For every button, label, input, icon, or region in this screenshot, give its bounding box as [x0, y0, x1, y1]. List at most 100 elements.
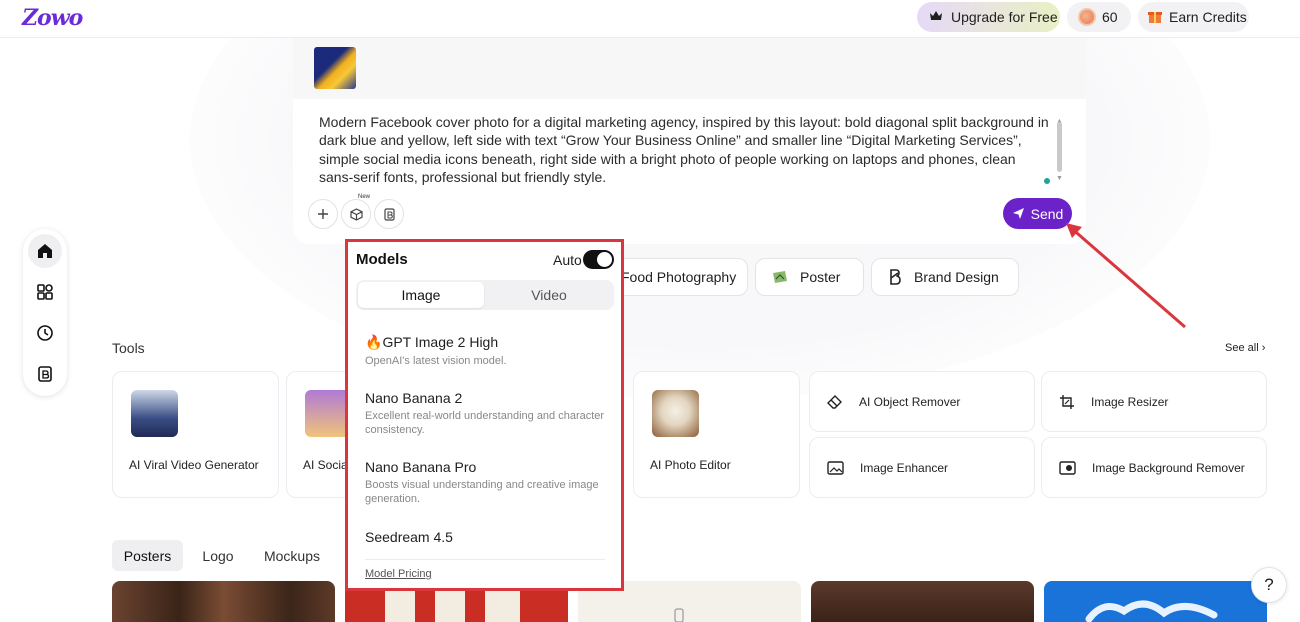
tab-label: Logo — [202, 547, 234, 564]
tool-label: AI Object Remover — [859, 394, 961, 409]
see-all-label: See all — [1225, 342, 1259, 354]
tool-card-label: AI Photo Editor — [650, 458, 731, 472]
model-item-gpt-image-2[interactable]: 🔥GPT Image 2 High OpenAI's latest vision… — [365, 334, 605, 369]
model-picker-button[interactable] — [341, 199, 371, 229]
plus-icon — [318, 209, 328, 219]
send-label: Send — [1030, 205, 1064, 222]
sidebar-item-apps[interactable] — [28, 275, 62, 309]
tool-label: Image Resizer — [1091, 394, 1169, 409]
tool-label: Image Enhancer — [860, 460, 949, 475]
see-all-link[interactable]: See all › — [1225, 342, 1265, 354]
status-dot — [1044, 178, 1050, 184]
paper-plane-icon — [1012, 208, 1024, 219]
add-button[interactable] — [308, 199, 338, 229]
tab-image[interactable]: Image — [358, 282, 484, 308]
coin-icon — [1078, 8, 1096, 26]
category-label: Food Photography — [621, 269, 737, 285]
scroll-down-icon[interactable]: ▼ — [1056, 175, 1063, 182]
prompt-textarea[interactable]: Modern Facebook cover photo for a digita… — [319, 113, 1049, 187]
gift-icon — [1147, 8, 1163, 27]
brand-kit-button[interactable] — [374, 199, 404, 229]
gallery-item[interactable] — [811, 581, 1034, 622]
model-type-tabs: Image Video — [356, 280, 614, 310]
crown-icon — [929, 9, 943, 25]
toggle-knob — [597, 252, 612, 267]
tool-bg-remover[interactable]: Image Background Remover — [1041, 437, 1267, 498]
tools-heading: Tools — [112, 340, 145, 356]
tool-card-label: AI Social — [303, 458, 351, 472]
tab-logo[interactable]: Logo — [192, 540, 244, 571]
sidebar-item-brand[interactable] — [28, 357, 62, 391]
gallery-item[interactable] — [112, 581, 335, 622]
model-pricing-link[interactable]: Model Pricing — [365, 568, 432, 580]
model-name: Seedream 4.5 — [365, 529, 453, 545]
brand-kit-icon — [383, 207, 395, 221]
cube-icon — [349, 207, 363, 221]
tool-label: Image Background Remover — [1092, 460, 1245, 475]
model-desc: OpenAI's latest vision model. — [365, 355, 507, 367]
question-mark-icon: ? — [1264, 575, 1274, 594]
resize-icon — [1060, 394, 1074, 409]
model-item-seedream[interactable]: Seedream 4.5 — [365, 529, 605, 545]
earn-credits-button[interactable]: Earn Credits — [1138, 2, 1249, 32]
poster-icon — [773, 271, 787, 283]
brand-design-icon — [890, 269, 901, 285]
tool-object-remover[interactable]: AI Object Remover — [809, 371, 1035, 432]
model-name: Nano Banana 2 — [365, 390, 463, 406]
tool-image-resizer[interactable]: Image Resizer — [1041, 371, 1267, 432]
tool-card-photo-editor[interactable]: AI Photo Editor — [633, 371, 800, 498]
category-label: Brand Design — [914, 269, 999, 285]
logo[interactable]: Zowo — [22, 5, 83, 31]
category-label: Poster — [800, 269, 841, 285]
models-dropdown: Models Auto Image Video 🔥GPT Image 2 Hig… — [345, 239, 624, 591]
sidebar-item-history[interactable] — [28, 316, 62, 350]
attached-image-thumbnail[interactable] — [314, 47, 356, 89]
auto-toggle[interactable] — [583, 250, 614, 269]
upgrade-button[interactable]: Upgrade for Free — [917, 2, 1060, 32]
gallery-item[interactable] — [1044, 581, 1267, 622]
tool-card-label: AI Viral Video Generator — [129, 458, 259, 472]
model-item-nano-banana-2[interactable]: Nano Banana 2 Excellent real-world under… — [365, 390, 605, 437]
top-bar: Zowo Upgrade for Free 60 Earn Credits — [0, 0, 1300, 38]
tool-image-enhancer[interactable]: Image Enhancer — [809, 437, 1035, 498]
tool-thumbnail — [652, 390, 699, 437]
chevron-right-icon: › — [1261, 342, 1266, 354]
help-button[interactable]: ? — [1251, 567, 1287, 603]
annotation-arrow — [1066, 223, 1186, 329]
model-name: Nano Banana Pro — [365, 459, 477, 475]
prompt-scrollbar[interactable] — [1057, 122, 1062, 172]
category-brand-design[interactable]: Brand Design — [871, 258, 1019, 296]
prompt-card: Modern Facebook cover photo for a digita… — [293, 38, 1086, 244]
tab-label: Posters — [123, 547, 172, 564]
attachment-strip — [293, 38, 1086, 99]
tool-card-viral-video[interactable]: AI Viral Video Generator — [112, 371, 279, 498]
history-icon — [37, 325, 53, 341]
home-icon — [38, 244, 52, 258]
model-desc: Boosts visual understanding and creative… — [365, 479, 599, 505]
earn-credits-label: Earn Credits — [1169, 9, 1247, 25]
gallery-artwork — [1085, 600, 1218, 622]
model-desc: Excellent real-world understanding and c… — [365, 410, 605, 436]
left-sidebar — [23, 229, 67, 396]
tab-posters[interactable]: Posters — [112, 540, 183, 571]
tool-thumbnail — [131, 390, 178, 437]
credits-button[interactable]: 60 — [1067, 2, 1131, 32]
sidebar-item-home[interactable] — [28, 234, 62, 268]
credits-count: 60 — [1102, 9, 1118, 25]
apps-icon — [37, 284, 53, 300]
brand-icon — [38, 366, 52, 382]
tab-mockups[interactable]: Mockups — [254, 540, 330, 571]
auto-label: Auto — [553, 252, 582, 268]
divider — [365, 559, 605, 560]
eraser-icon — [827, 394, 842, 409]
fire-icon: 🔥 — [365, 334, 383, 350]
models-title: Models — [356, 251, 408, 268]
category-poster[interactable]: Poster — [755, 258, 864, 296]
upgrade-label: Upgrade for Free — [951, 9, 1058, 25]
model-item-nano-banana-pro[interactable]: Nano Banana Pro Boosts visual understand… — [365, 459, 605, 506]
model-name: GPT Image 2 High — [382, 334, 499, 350]
tab-label: Mockups — [263, 547, 321, 564]
tab-video[interactable]: Video — [486, 282, 612, 308]
enhance-icon — [827, 461, 844, 475]
bg-remove-icon — [1059, 461, 1076, 475]
